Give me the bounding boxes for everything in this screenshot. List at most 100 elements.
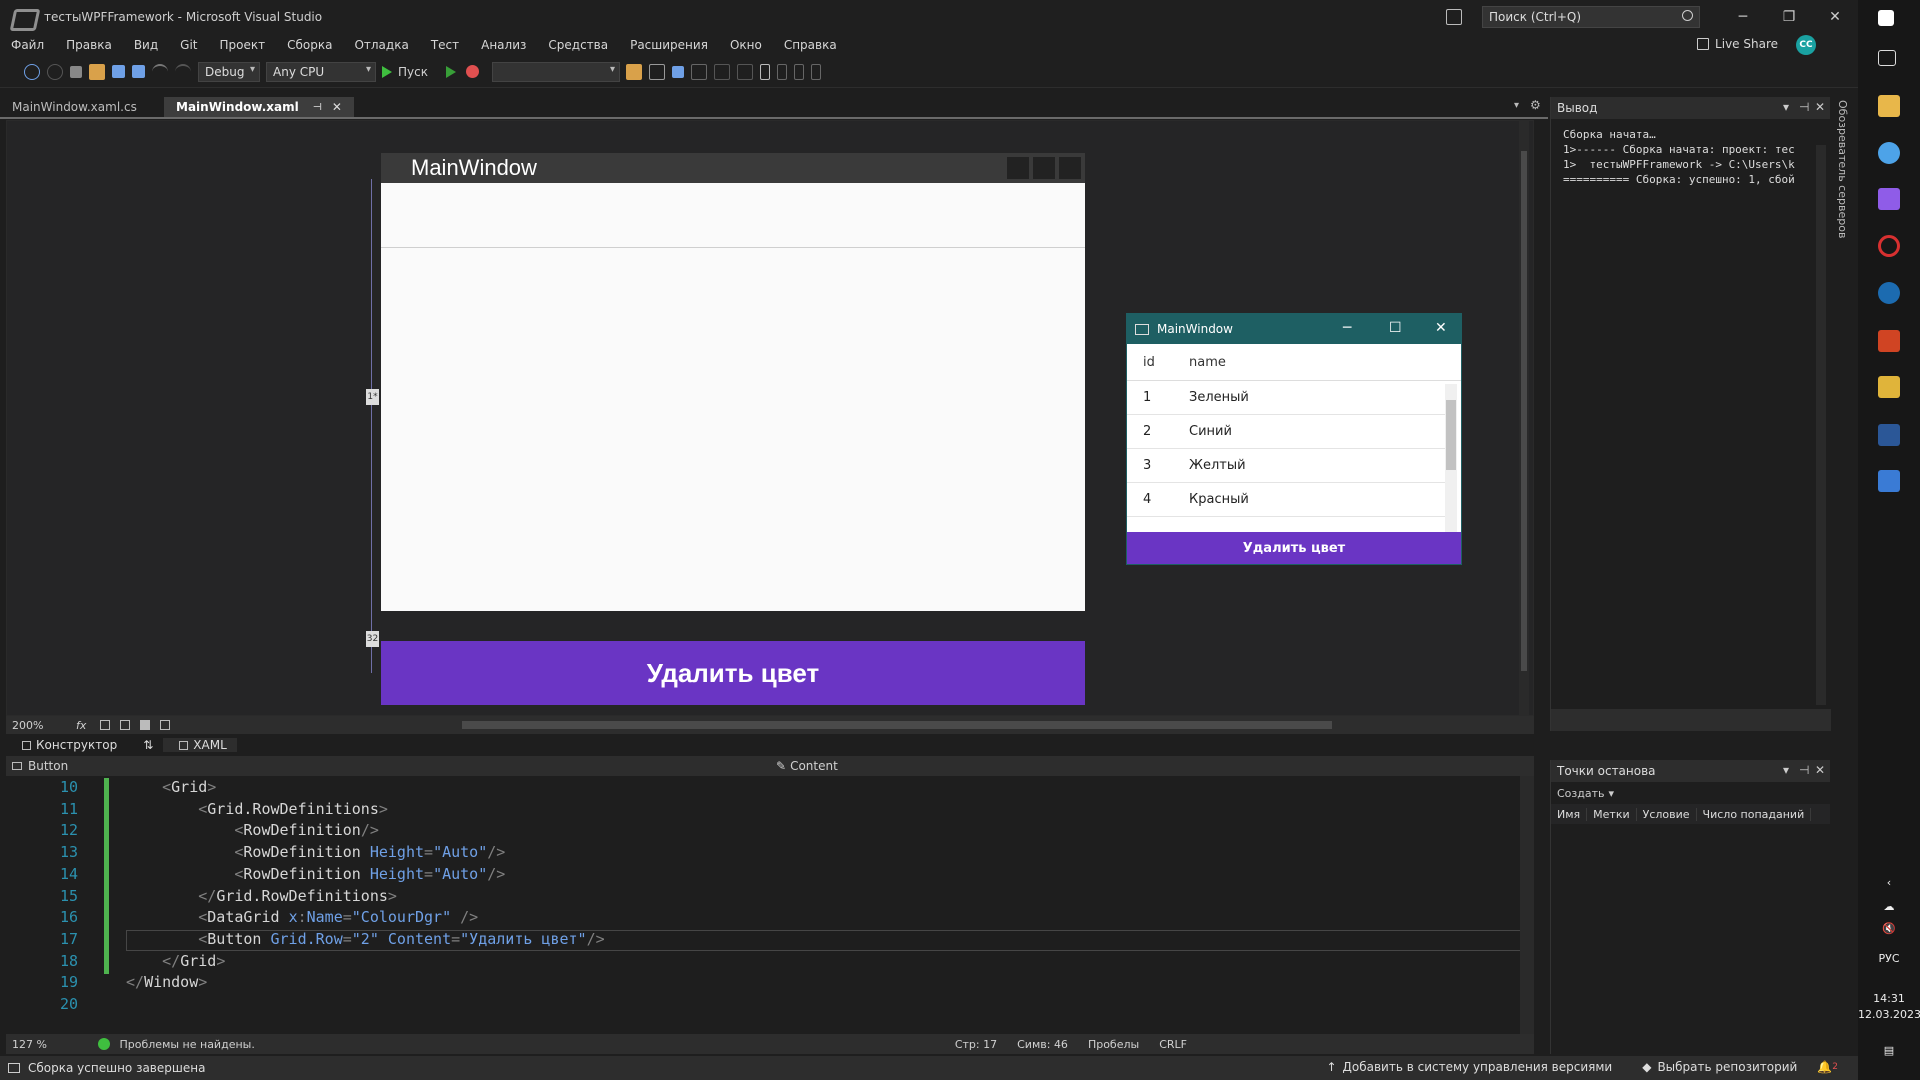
row-size-tag[interactable]: 1* xyxy=(366,389,379,405)
next-bookmark-icon[interactable] xyxy=(793,63,804,80)
datagrid-scrollbar[interactable] xyxy=(1445,384,1457,536)
close-icon[interactable]: ✕ xyxy=(1815,763,1825,777)
minimize-button[interactable]: ─ xyxy=(1720,0,1766,34)
code-line[interactable]: 20 xyxy=(6,995,1514,1016)
file-explorer-icon[interactable] xyxy=(1878,95,1900,117)
code-line[interactable]: 15 </Grid.RowDefinitions> xyxy=(6,887,1514,908)
menu-git[interactable]: Git xyxy=(169,38,208,52)
menu-window[interactable]: Окно xyxy=(719,38,773,52)
menu-test[interactable]: Тест xyxy=(420,38,470,52)
output-panel[interactable]: Вывод ▾ ⊣ ✕ Сборка начата… 1>------ Сбор… xyxy=(1550,97,1831,731)
design-delete-color-button[interactable]: Удалить цвет xyxy=(381,641,1085,705)
layout-icon[interactable] xyxy=(648,63,665,80)
powerpoint-icon[interactable] xyxy=(1878,330,1900,352)
scroll-thumb[interactable] xyxy=(1446,400,1456,470)
design-grid[interactable] xyxy=(381,183,1085,611)
menu-tools[interactable]: Средства xyxy=(537,38,619,52)
add-to-source-control-button[interactable]: Добавить в систему управления версиями xyxy=(1343,1060,1613,1074)
task-view-icon[interactable] xyxy=(1878,50,1896,66)
browser-icon[interactable] xyxy=(1878,142,1900,164)
visual-studio-icon[interactable] xyxy=(1878,188,1900,210)
server-explorer-label[interactable]: Обозреватель серверов xyxy=(1836,100,1849,238)
editor-zoom-select[interactable]: 127 % xyxy=(6,1038,78,1051)
property-selector[interactable]: ✎ Content xyxy=(766,759,838,773)
column-header-id[interactable]: id xyxy=(1127,355,1189,370)
back-icon[interactable] xyxy=(24,63,40,80)
output-scrollbar[interactable] xyxy=(1816,145,1826,705)
tab-designer[interactable]: Конструктор xyxy=(6,738,127,752)
steam-icon[interactable] xyxy=(1878,282,1900,304)
open-folder-icon[interactable] xyxy=(89,63,105,80)
menu-extensions[interactable]: Расширения xyxy=(619,38,719,52)
tab-xaml[interactable]: XAML xyxy=(163,738,237,752)
forward-icon[interactable] xyxy=(47,63,63,80)
opera-icon[interactable] xyxy=(1878,235,1900,257)
uncomment-icon[interactable] xyxy=(736,63,753,80)
input-language[interactable]: РУС xyxy=(1858,952,1920,965)
menu-debug[interactable]: Отладка xyxy=(343,38,419,52)
grid-icon[interactable] xyxy=(100,720,111,730)
clock-time[interactable]: 14:31 xyxy=(1858,992,1920,1005)
menu-analyze[interactable]: Анализ xyxy=(470,38,537,52)
solution-explorer-icon[interactable] xyxy=(625,63,642,80)
code-line[interactable]: 18 </Grid> xyxy=(6,952,1514,973)
restore-button[interactable]: ❐ xyxy=(1766,0,1812,34)
create-breakpoint-button[interactable]: Создать xyxy=(1557,787,1605,800)
feedback-icon[interactable] xyxy=(1446,9,1462,25)
pin-icon[interactable]: ⊣ xyxy=(313,102,322,113)
designer-vertical-scrollbar[interactable] xyxy=(1519,121,1529,717)
close-icon[interactable]: ✕ xyxy=(1815,100,1825,114)
start-icon[interactable] xyxy=(382,65,392,78)
column-header[interactable]: Имя xyxy=(1551,807,1588,821)
chevron-down-icon[interactable]: ▾ xyxy=(1609,787,1615,800)
code-line[interactable]: 13 <RowDefinition Height="Auto"/> xyxy=(6,843,1514,864)
avatar[interactable]: CC xyxy=(1796,35,1816,55)
pin-icon[interactable]: ⊣ xyxy=(1799,100,1809,114)
fx-icon[interactable]: fx xyxy=(76,719,86,732)
save-icon[interactable] xyxy=(112,65,125,78)
close-button[interactable]: ✕ xyxy=(1812,0,1858,34)
menu-edit[interactable]: Правка xyxy=(55,38,123,52)
tab-overflow-icon[interactable]: ▾ xyxy=(1514,100,1519,111)
scroll-thumb[interactable] xyxy=(1521,151,1527,671)
dropdown-icon[interactable]: ▾ xyxy=(1783,763,1789,777)
menu-help[interactable]: Справка xyxy=(773,38,848,52)
bookmark-icon[interactable] xyxy=(759,63,770,80)
chevron-left-icon[interactable]: ‹ xyxy=(1858,876,1920,889)
snap-gridlines-icon[interactable] xyxy=(120,720,131,730)
swap-panes-button[interactable]: ⇅ xyxy=(127,738,163,752)
code-editor[interactable]: 10 <Grid> 11 <Grid.RowDefinitions> 12 <Row… xyxy=(6,776,1534,1034)
pin-icon[interactable]: ⊣ xyxy=(1799,763,1809,777)
new-project-icon[interactable] xyxy=(70,65,82,78)
menu-view[interactable]: Вид xyxy=(123,38,169,52)
artboard-background-icon[interactable] xyxy=(140,720,151,730)
app-minimize-button[interactable]: ─ xyxy=(1343,320,1351,336)
display-layout-adorners-icon[interactable] xyxy=(690,63,707,80)
designer-horizontal-scrollbar[interactable] xyxy=(462,721,1332,729)
undo-icon[interactable] xyxy=(152,63,168,80)
close-tab-icon[interactable]: ✕ xyxy=(332,100,342,114)
running-app-window[interactable]: MainWindow ─ ☐ ✕ id name 1 Зеленый 2 Син… xyxy=(1126,313,1462,565)
code-line[interactable]: 12 <RowDefinition/> xyxy=(6,821,1514,842)
app-maximize-button[interactable]: ☐ xyxy=(1389,320,1402,336)
tab-mainwindow-xaml[interactable]: MainWindow.xaml ⊣ ✕ xyxy=(164,97,354,117)
search-input[interactable]: Поиск (Ctrl+Q) xyxy=(1482,6,1700,28)
delete-color-button[interactable]: Удалить цвет xyxy=(1127,532,1461,564)
table-row[interactable]: 4 Красный xyxy=(1127,483,1445,517)
editor-scrollbar[interactable] xyxy=(1520,776,1534,1034)
code-line[interactable]: 14 <RowDefinition Height="Auto"/> xyxy=(6,865,1514,886)
column-header[interactable]: Метки xyxy=(1587,807,1637,821)
running-app-taskbar-icon[interactable] xyxy=(1878,470,1900,492)
menu-file[interactable]: Файл xyxy=(0,38,55,52)
design-window[interactable]: MainWindow Удалить цвет xyxy=(381,153,1085,705)
select-element-icon[interactable] xyxy=(671,65,684,78)
row-size-tag[interactable]: 32 xyxy=(366,631,379,647)
live-share-button[interactable]: Live Share xyxy=(1697,37,1778,51)
volume-icon[interactable]: 🔇 xyxy=(1858,922,1920,935)
element-selector[interactable]: Button xyxy=(6,759,766,773)
column-header[interactable]: Число попаданий xyxy=(1697,807,1812,821)
app-icon[interactable] xyxy=(1878,376,1900,398)
prev-bookmark-icon[interactable] xyxy=(776,63,787,80)
problems-indicator[interactable]: Проблемы не найдены. xyxy=(98,1037,255,1051)
clock-date[interactable]: 12.03.2023 xyxy=(1858,1008,1920,1021)
